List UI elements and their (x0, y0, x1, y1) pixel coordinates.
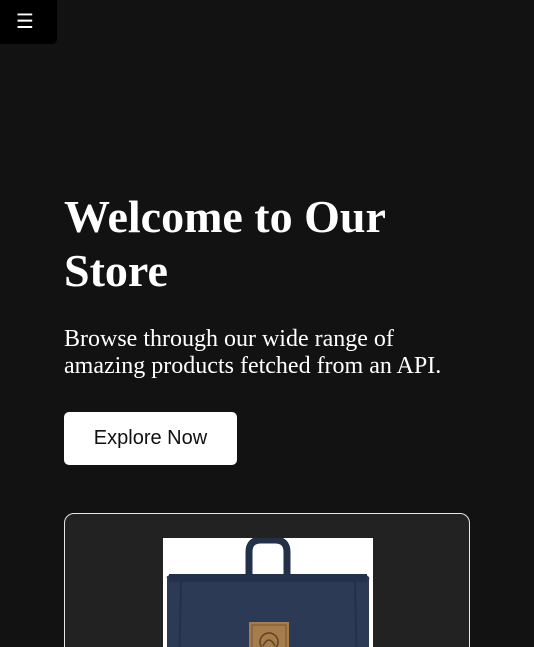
product-image[interactable] (163, 536, 373, 647)
explore-now-button[interactable]: Explore Now (64, 412, 237, 465)
product-card[interactable] (64, 513, 470, 647)
menu-toggle-button[interactable]: ☰ (0, 0, 57, 44)
hero-section: Welcome to Our Store Browse through our … (64, 190, 484, 380)
hero-subtitle: Browse through our wide range of amazing… (64, 326, 442, 379)
hero-title: Welcome to Our Store (64, 191, 386, 296)
hamburger-menu-icon: ☰ (16, 9, 34, 33)
backpack-image (166, 536, 370, 647)
